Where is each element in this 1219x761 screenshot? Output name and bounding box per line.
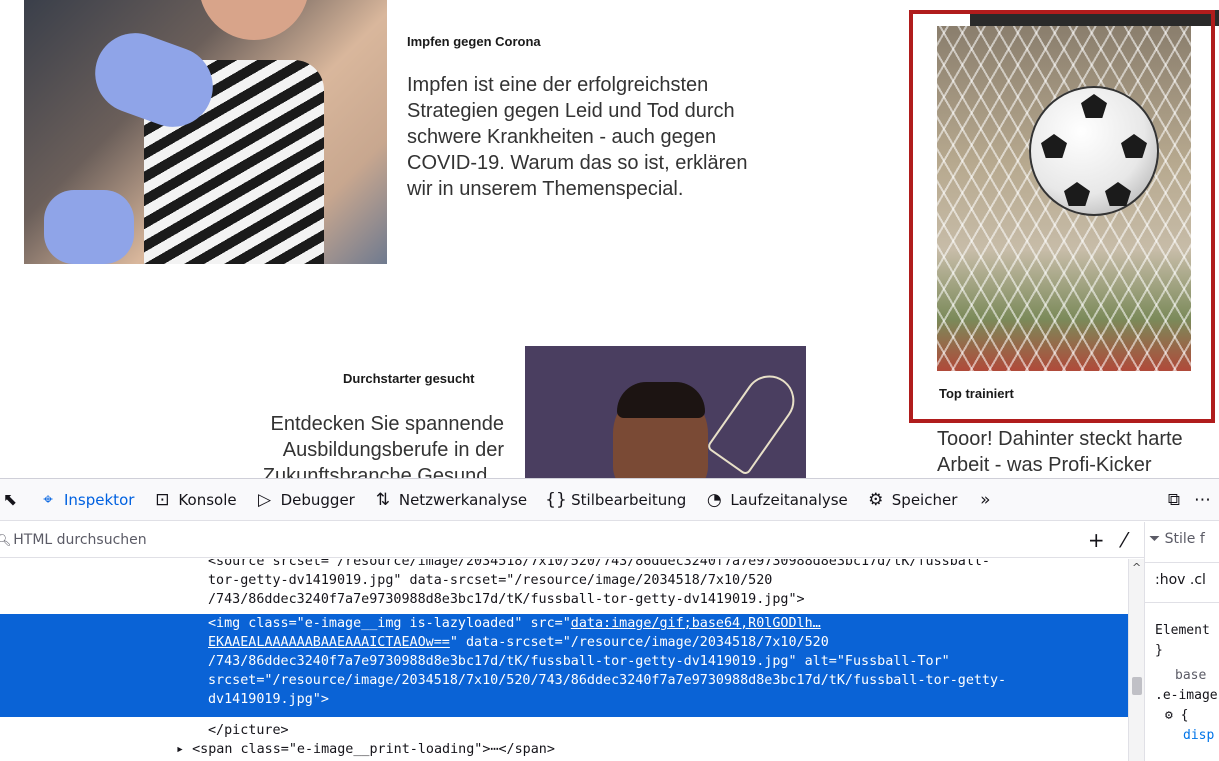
network-icon: ⇅ — [375, 489, 390, 510]
tab-inspektor[interactable]: ⌖ Inspektor — [29, 479, 143, 521]
fussball-article-title[interactable]: Top trainiert — [939, 386, 1014, 401]
css-property-name[interactable]: disp — [1183, 728, 1214, 743]
vaccine-photo-glove-lower — [44, 190, 134, 264]
pseudo-class-toggles[interactable]: :hov .cl — [1155, 572, 1206, 588]
debugger-icon: ▷ — [258, 489, 272, 510]
markup-line[interactable]: /743/86ddec3240f7a7e9730988d8e3bc17d/tK/… — [208, 590, 805, 609]
markup-line[interactable]: tor-getty-dv1419019.jpg" data-srcset="/r… — [208, 571, 772, 590]
devtools-panel: ⬉ ⌖ Inspektor ⊡ Konsole ▷ Debugger ⇅ Net… — [0, 478, 1219, 761]
performance-icon: ◔ — [706, 489, 722, 510]
scrollbar-thumb[interactable] — [1132, 677, 1142, 695]
rule-close-brace: } — [1155, 643, 1163, 658]
more-tabs-button[interactable]: » — [966, 479, 1004, 521]
selected-img-node-line[interactable]: dv1419019.jpg"> — [208, 690, 329, 709]
tab-debugger[interactable]: ▷ Debugger — [246, 479, 364, 521]
element-rule-selector: Element — [1155, 623, 1210, 638]
html-search-input[interactable]: HTML durchsuchen — [11, 532, 146, 548]
corona-teaser-line: wir in unserem Themenspecial. — [407, 178, 684, 200]
toolbar-end-controls: ⧉ ⋯ — [1168, 490, 1219, 510]
style-editor-icon: {} — [545, 489, 567, 510]
class-rule-selector: .e-image — [1155, 688, 1218, 703]
rule-open-brace: ⚙ { — [1165, 708, 1189, 723]
fussball-article-teaser[interactable]: Tooor! Dahinter steckt harte Arbeit - wa… — [937, 426, 1219, 478]
selected-img-node-line[interactable]: /743/86ddec3240f7a7e9730988d8e3bc17d/tK/… — [208, 652, 950, 671]
fussball-teaser-line: Arbeit - was Profi-Kicker — [937, 454, 1152, 476]
career-photo-hair — [617, 382, 705, 418]
add-node-icon[interactable]: + — [1088, 528, 1105, 552]
ausbildung-article-title[interactable]: Durchstarter gesucht — [343, 371, 474, 386]
football — [1029, 86, 1159, 216]
memory-icon: ⚙ — [868, 489, 884, 510]
dock-side-icon[interactable]: ⧉ — [1168, 490, 1180, 510]
rocket-drawing — [705, 365, 805, 477]
ausbildung-article-teaser[interactable]: Entdecken Sie spannende Ausbildungsberuf… — [230, 411, 504, 478]
corona-teaser-line: Strategien gegen Leid und Tod durch — [407, 100, 735, 122]
divider — [1145, 602, 1219, 603]
football-goal-image[interactable] — [937, 26, 1191, 371]
web-page-viewport: Impfen gegen Corona Impfen ist eine der … — [0, 0, 1219, 478]
filter-placeholder: Stile f — [1164, 531, 1205, 547]
markup-line[interactable]: ▸ <span class="e-image__print-loading">⋯… — [176, 740, 555, 759]
markup-scrollbar[interactable]: ^ — [1128, 559, 1144, 761]
data-uri-link[interactable]: EKAAEALAAAAAABAAEAAAICTAEAOw== — [208, 635, 450, 650]
ausbildung-teaser-line: Zukunftsbranche Gesund... — [262, 465, 504, 478]
data-uri-link[interactable]: data:image/gif;base64,R0lGODlh… — [571, 616, 821, 631]
markup-text: <img class="e-image__img is-lazyloaded" … — [208, 616, 571, 631]
tab-speicher[interactable]: ⚙ Speicher — [857, 479, 967, 521]
chevron-double-right-icon: » — [980, 489, 991, 510]
tab-label: Speicher — [891, 490, 958, 509]
vaccination-image[interactable] — [24, 0, 387, 264]
markup-text: " data-srcset="/resource/image/2034518/7… — [449, 635, 829, 650]
ausbildung-teaser-line: Ausbildungsberufe in der — [282, 439, 504, 461]
tab-label: Konsole — [178, 490, 237, 509]
search-row-tools: + ⁄ — [1088, 528, 1144, 552]
corona-article-teaser[interactable]: Impfen ist eine der erfolgreichsten Stra… — [407, 72, 807, 202]
markup-line[interactable]: <source srcset="/resource/image/2034518/… — [208, 559, 990, 571]
scroll-up-icon[interactable]: ^ — [1132, 561, 1141, 574]
tab-laufzeitanalyse[interactable]: ◔ Laufzeitanalyse — [695, 479, 856, 521]
tab-stilbearbeitung[interactable]: {} Stilbearbeitung — [536, 479, 695, 521]
tab-label: Debugger — [280, 490, 355, 509]
tab-label: Laufzeitanalyse — [730, 490, 848, 509]
corona-teaser-line: Impfen ist eine der erfolgreichsten — [407, 74, 709, 96]
more-options-icon[interactable]: ⋯ — [1194, 490, 1211, 510]
selected-img-node-line[interactable]: EKAAEALAAAAAABAAEAAAICTAEAOw==" data-src… — [208, 633, 829, 652]
stylesheet-source[interactable]: base — [1175, 668, 1206, 683]
ausbildung-teaser-line: Entdecken Sie spannende — [270, 413, 504, 435]
career-rocket-image[interactable] — [525, 346, 806, 478]
corona-article-title[interactable]: Impfen gegen Corona — [407, 34, 541, 49]
markup-line[interactable]: </picture> — [208, 721, 289, 740]
corona-teaser-line: schwere Krankheiten - auch gegen — [407, 126, 717, 148]
divider — [1145, 562, 1219, 563]
selected-img-node-line[interactable]: srcset="/resource/image/2034518/7x10/520… — [208, 671, 1006, 690]
tab-label: Netzwerkanalyse — [398, 490, 528, 509]
inspector-icon: ⌖ — [43, 489, 53, 510]
search-icon: 🔍︎ — [0, 532, 12, 547]
tab-netzwerkanalyse[interactable]: ⇅ Netzwerkanalyse — [364, 479, 536, 521]
vaccine-photo-face — [199, 0, 309, 40]
devtools-toolbar: ⬉ ⌖ Inspektor ⊡ Konsole ▷ Debugger ⇅ Net… — [0, 479, 1219, 521]
markup-text: <span class="e-image__print-loading">⋯</… — [192, 742, 555, 757]
tab-label: Stilbearbeitung — [571, 490, 687, 509]
styles-filter-input[interactable]: ⏷ Stile f — [1149, 531, 1205, 547]
element-picker-icon: ⬉ — [2, 489, 18, 510]
rules-sidebar: ⏷ Stile f :hov .cl Element } base .e-ima… — [1144, 522, 1219, 761]
html-search-row: 🔍︎ HTML durchsuchen + ⁄ — [0, 522, 1144, 558]
tab-label: Inspektor — [64, 490, 135, 509]
corona-teaser-line: COVID-19. Warum das so ist, erklären — [407, 152, 748, 174]
markup-view[interactable]: <source srcset="/resource/image/2034518/… — [0, 559, 1128, 761]
tab-konsole[interactable]: ⊡ Konsole — [143, 479, 245, 521]
console-icon: ⊡ — [155, 489, 170, 510]
expand-triangle-icon[interactable]: ▸ — [176, 742, 184, 757]
element-picker-button[interactable]: ⬉ — [0, 479, 29, 521]
eyedropper-icon[interactable]: ⁄ — [1123, 528, 1126, 552]
selected-img-node[interactable]: <img class="e-image__img is-lazyloaded" … — [208, 614, 821, 633]
fussball-teaser-line: Tooor! Dahinter steckt harte — [937, 428, 1183, 450]
